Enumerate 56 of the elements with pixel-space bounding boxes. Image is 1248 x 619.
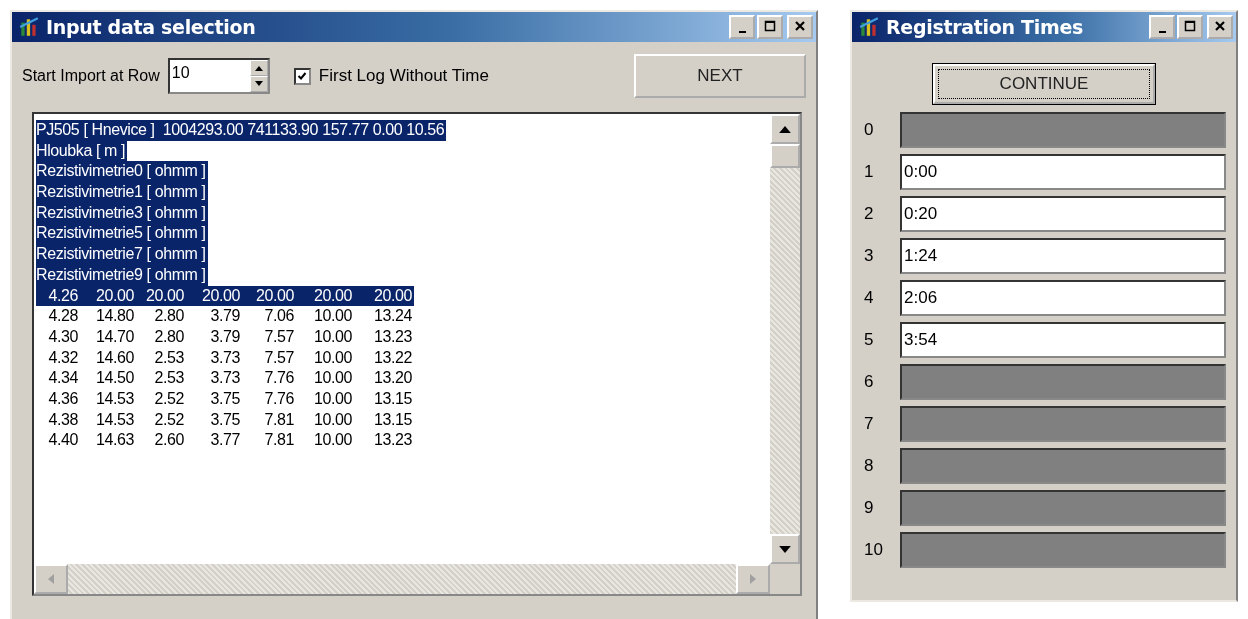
row-number: 1 — [863, 162, 875, 182]
time-field[interactable]: 0:00 — [900, 154, 1226, 190]
window-title: Registration Times — [886, 16, 1085, 38]
data-line: 4.36 14.53 2.52 3.75 7.76 10.00 13.15 — [47, 388, 413, 409]
minimize-button[interactable] — [729, 15, 755, 39]
row-number: 4 — [863, 288, 875, 308]
first-log-checkbox[interactable]: First Log Without Time — [293, 66, 489, 86]
maximize-button[interactable] — [1177, 15, 1203, 39]
close-icon — [1214, 20, 1226, 32]
row-number: 2 — [863, 204, 875, 224]
data-line: 4.32 14.60 2.53 3.73 7.57 10.00 13.22 — [47, 347, 413, 368]
continue-button[interactable]: CONTINUE — [933, 64, 1155, 104]
up-arrow-icon — [779, 125, 791, 133]
row-number: 3 — [863, 246, 875, 266]
row-number: 7 — [863, 414, 875, 434]
window-title: Input data selection — [46, 16, 257, 38]
row-number: 6 — [863, 372, 875, 392]
start-row-label: Start Import at Row — [22, 67, 160, 85]
minimize-icon — [738, 31, 746, 33]
data-line: 4.30 14.70 2.80 3.79 7.57 10.00 13.23 — [47, 326, 413, 347]
app-icon — [858, 16, 880, 38]
horizontal-scrollbar[interactable] — [34, 564, 800, 594]
next-button[interactable]: NEXT — [634, 54, 806, 98]
up-arrow-icon — [253, 65, 264, 71]
data-text-area[interactable] — [32, 112, 802, 596]
data-line: 4.40 14.63 2.60 3.77 7.81 10.00 13.23 — [47, 430, 413, 451]
down-arrow-icon — [253, 81, 264, 87]
maximize-button[interactable] — [757, 15, 783, 39]
scrollbar-corner — [770, 564, 800, 594]
data-line: 4.28 14.80 2.80 3.79 7.06 10.00 13.24 — [47, 306, 413, 327]
row-number: 5 — [863, 330, 875, 350]
time-field[interactable]: 1:24 — [900, 238, 1226, 274]
data-line: 4.38 14.53 2.52 3.75 7.81 10.00 13.15 — [47, 409, 413, 430]
close-button[interactable] — [787, 15, 813, 39]
row-number: 0 — [863, 120, 875, 140]
time-field[interactable]: 2:06 — [900, 280, 1226, 316]
minimize-button[interactable] — [1149, 15, 1175, 39]
close-button[interactable] — [1207, 15, 1233, 39]
vertical-scrollbar[interactable] — [770, 114, 800, 564]
down-arrow-icon — [779, 545, 791, 553]
row-number: 10 — [863, 540, 884, 560]
start-row-spinner[interactable]: 10 — [167, 58, 270, 94]
maximize-icon — [764, 20, 776, 32]
minimize-icon — [1158, 31, 1166, 33]
left-arrow-icon — [48, 574, 54, 584]
data-line: 4.34 14.50 2.53 3.73 7.76 10.00 13.20 — [47, 368, 413, 389]
check-icon — [297, 71, 308, 81]
app-icon — [18, 16, 40, 38]
maximize-icon — [1184, 20, 1196, 32]
time-field[interactable]: 0:20 — [900, 196, 1226, 232]
row-number: 9 — [863, 498, 875, 518]
close-icon — [794, 20, 806, 32]
scroll-thumb[interactable] — [770, 144, 800, 168]
time-field[interactable]: 3:54 — [900, 322, 1226, 358]
row-number: 8 — [863, 456, 875, 476]
right-arrow-icon — [750, 574, 756, 584]
